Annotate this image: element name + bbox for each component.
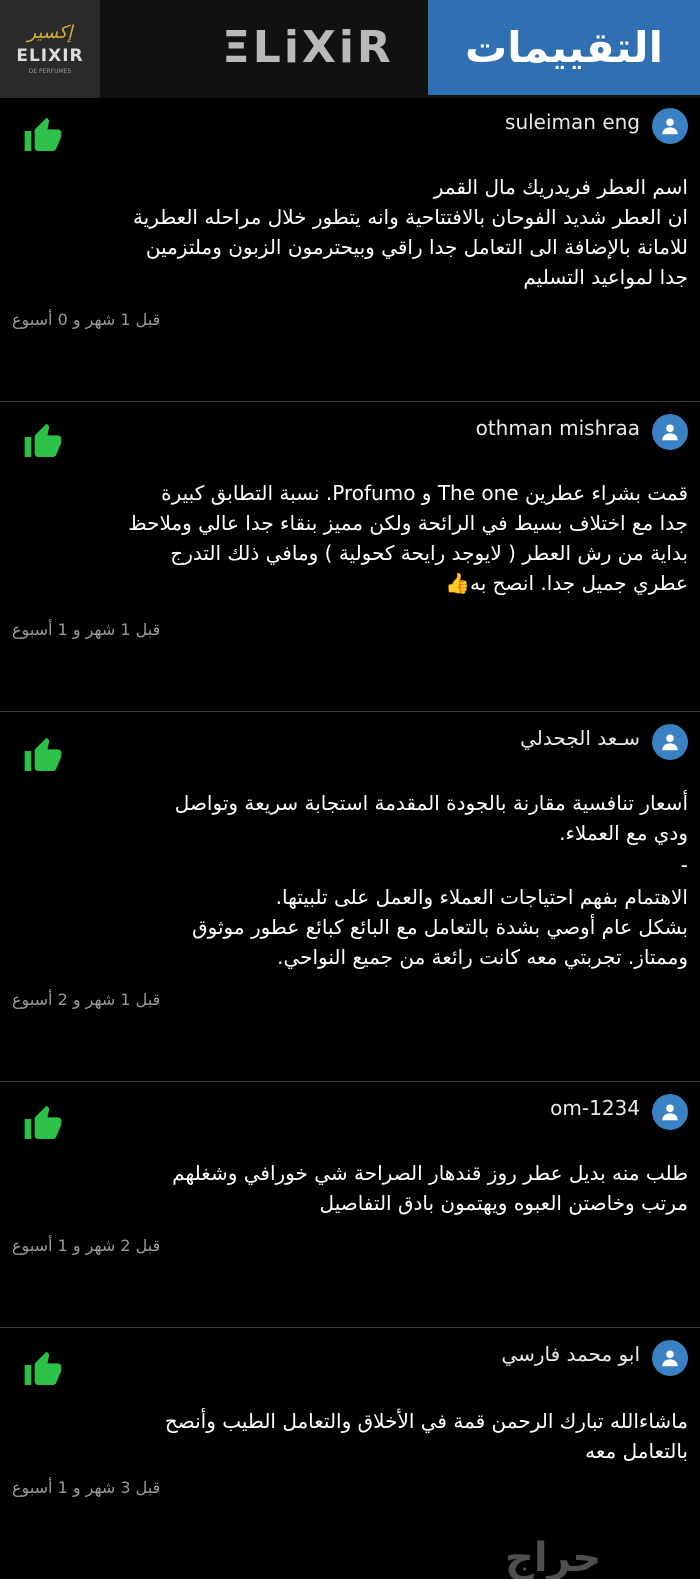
thumbs-up-icon [22,736,64,776]
review-username[interactable]: ابو محمد فارسي [501,1342,640,1366]
review-text-line: جدا مع اختلاف بسيط في الرائحة ولكن مميز … [128,511,688,535]
header: إكسير ELIXIR DE PERFUMES ΞLiXiR التقييما… [0,0,700,98]
review-timestamp: قبل 1 شهر و 0 أسبوع [12,310,161,329]
brand-name: ΞLiXiR [222,22,394,73]
logo-arabic-text: إكسير [27,21,73,43]
review-text: أسعار تنافسية مقارنة بالجودة المقدمة است… [28,788,688,972]
user-avatar-icon[interactable] [652,1340,688,1376]
review-timestamp: قبل 1 شهر و 2 أسبوع [12,990,161,1009]
thumbs-up-icon [22,1350,64,1390]
logo-english-text: ELIXIR [16,45,84,66]
thumbs-up-icon [22,422,64,462]
review-text-line: بالتعامل معه [585,1439,688,1463]
review-text-line: الاهتمام بفهم احتياجات العملاء والعمل عل… [275,885,688,909]
review-text-line: اسم العطر فريدريك مال القمر [433,175,688,199]
review-text-line: مرتب وخاصتن العبوه ويهتمون بادق التفاصيل [319,1191,688,1215]
review-text: اسم العطر فريدريك مال القمر ان العطر شدي… [28,172,688,292]
review-text-line: للامانة بالإضافة الى التعامل جدا راقي وب… [145,235,688,259]
review-text-line: طلب منه بديل عطر روز قندهار الصراحة شي خ… [172,1161,688,1185]
review-username[interactable]: om-1234 [550,1096,640,1120]
review-card: om-1234 طلب منه بديل عطر روز قندهار الصر… [0,1082,700,1328]
review-text-line: ودي مع العملاء. [559,821,688,845]
thumbs-up-icon [22,116,64,156]
store-logo[interactable]: إكسير ELIXIR DE PERFUMES [0,0,100,98]
review-card: suleiman eng اسم العطر فريدريك مال القمر… [0,98,700,402]
haraj-watermark: حراج [505,1535,602,1579]
review-text: طلب منه بديل عطر روز قندهار الصراحة شي خ… [28,1158,688,1218]
review-timestamp: قبل 1 شهر و 1 أسبوع [12,620,161,639]
review-timestamp: قبل 3 شهر و 1 أسبوع [12,1478,161,1497]
review-text-line: ماشاءالله تبارك الرحمن قمة في الأخلاق وا… [164,1409,688,1433]
logo-tagline: DE PERFUMES [28,67,72,75]
page-title: التقييمات [465,23,663,72]
review-text-line: - [680,853,688,877]
review-username[interactable]: suleiman eng [505,110,640,134]
review-text-line: جدا لمواعيد التسليم [523,265,688,289]
title-banner: التقييمات [428,0,700,95]
review-text-line: بشكل عام أوصي بشدة بالتعامل مع البائع كب… [192,915,688,939]
review-username[interactable]: سـعد الجحدلي [520,726,640,750]
user-avatar-icon[interactable] [652,724,688,760]
review-text-line: بداية من رش العطر ( لايوجد رايحة كحولية … [170,541,688,565]
review-text-line: ان العطر شديد الفوحان بالافتتاحية وانه ي… [132,205,688,229]
review-card: othman mishraa قمت بشراء عطرين The one و… [0,402,700,712]
review-text-line: وممتاز. تجربتي معه كانت رائعة من جميع ال… [277,945,688,969]
review-text-line: أسعار تنافسية مقارنة بالجودة المقدمة است… [174,791,688,815]
user-avatar-icon[interactable] [652,108,688,144]
review-card: سـعد الجحدلي أسعار تنافسية مقارنة بالجود… [0,712,700,1082]
review-timestamp: قبل 2 شهر و 1 أسبوع [12,1236,161,1255]
thumbs-up-icon [22,1104,64,1144]
user-avatar-icon[interactable] [652,1094,688,1130]
user-avatar-icon[interactable] [652,414,688,450]
review-text-line: عطري جميل جدا. انصح به👍 [445,571,688,595]
review-username[interactable]: othman mishraa [476,416,640,440]
review-text: ماشاءالله تبارك الرحمن قمة في الأخلاق وا… [28,1406,688,1466]
review-text-line: قمت بشراء عطرين The one و Profumo. نسبة … [161,481,688,505]
review-text: قمت بشراء عطرين The one و Profumo. نسبة … [28,478,688,598]
